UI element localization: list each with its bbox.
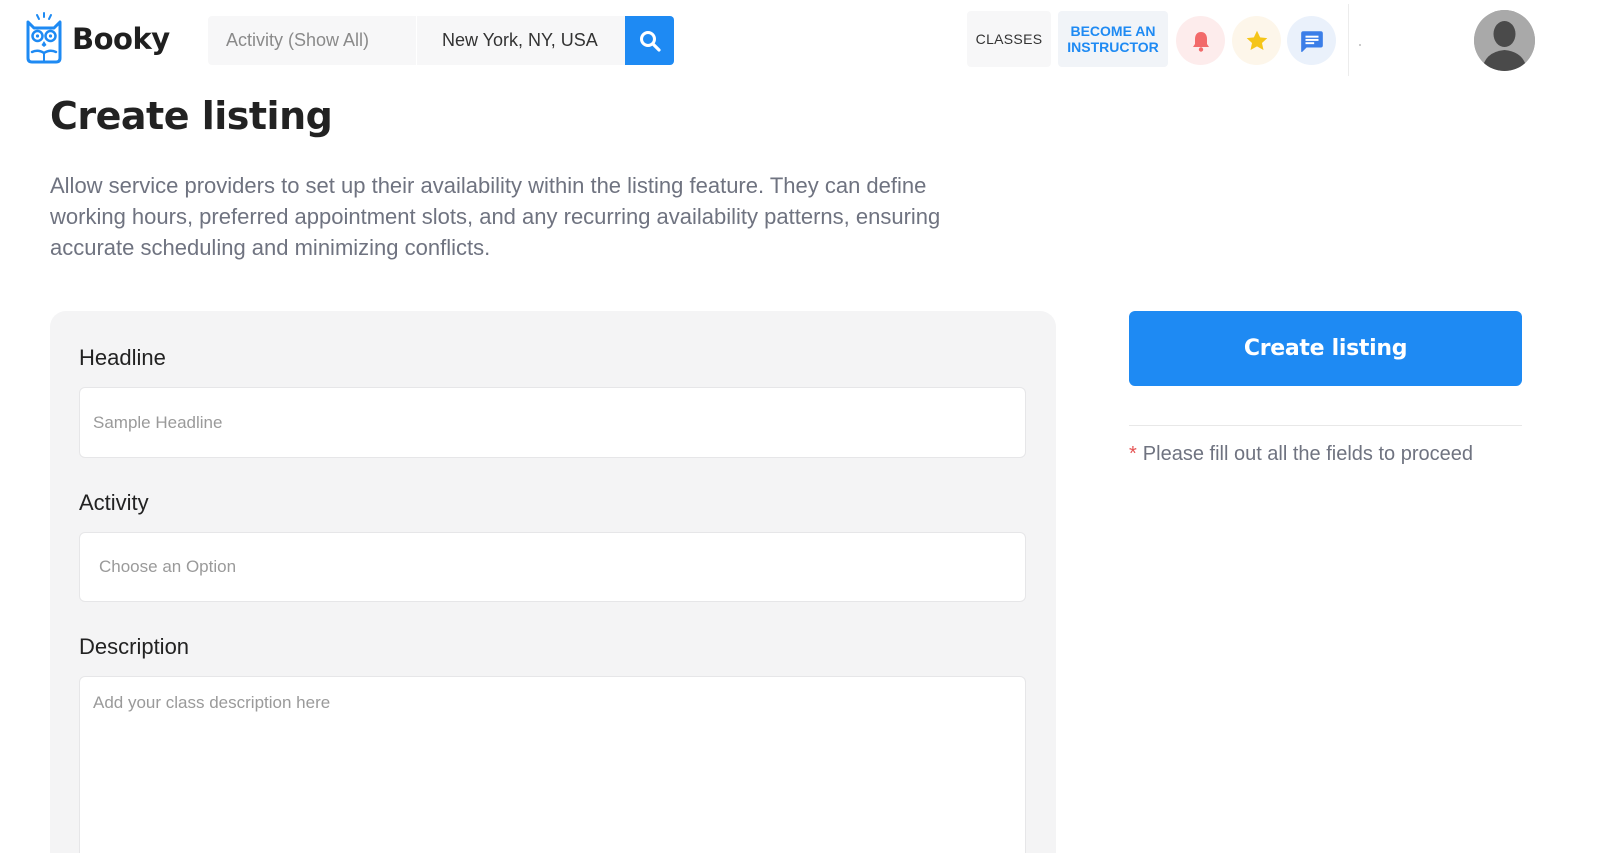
owl-logo-icon (26, 12, 62, 64)
become-instructor-button[interactable]: BECOME AN INSTRUCTOR (1058, 11, 1168, 67)
avatar-silhouette-icon (1474, 10, 1535, 71)
headline-input[interactable] (79, 387, 1026, 458)
create-listing-button[interactable]: Create listing (1129, 311, 1522, 386)
classes-button[interactable]: CLASSES (967, 11, 1051, 67)
required-fields-text: Please fill out all the fields to procee… (1142, 443, 1473, 465)
messages-button[interactable] (1287, 16, 1336, 65)
activity-label: Activity (79, 490, 149, 515)
search-icon (639, 30, 661, 52)
search-button[interactable] (625, 16, 674, 65)
favorites-button[interactable] (1232, 16, 1281, 65)
description-label: Description (79, 634, 190, 659)
chat-icon (1300, 30, 1323, 52)
location-search-input[interactable] (417, 16, 625, 65)
user-avatar[interactable] (1474, 10, 1535, 71)
description-textarea[interactable] (79, 676, 1026, 853)
header-divider (1348, 4, 1349, 76)
page-description: Allow service providers to set up their … (50, 173, 941, 260)
header-dot (1359, 44, 1361, 46)
required-asterisk: * (1129, 443, 1137, 465)
notifications-button[interactable] (1176, 16, 1225, 65)
bell-icon (1192, 31, 1209, 52)
activity-select-placeholder: Choose an Option (99, 557, 237, 576)
become-instructor-line1: BECOME AN (1070, 23, 1156, 39)
headline-label: Headline (79, 345, 166, 370)
activity-select[interactable]: Choose an Option (79, 532, 1026, 602)
listing-form: Headline Activity Choose an Option Descr… (50, 311, 1056, 853)
sidebar-divider (1129, 425, 1522, 426)
star-icon (1246, 30, 1267, 50)
top-navbar: Booky CLASSES BECOME AN INSTRUCTOR (0, 0, 1598, 82)
required-fields-hint: * Please fill out all the fields to proce… (1129, 443, 1473, 466)
brand-name: Booky (72, 22, 170, 56)
page-title: Create listing (50, 94, 333, 138)
brand-logo[interactable]: Booky (24, 12, 170, 64)
activity-search-input[interactable] (208, 16, 416, 65)
become-instructor-line2: INSTRUCTOR (1067, 39, 1159, 55)
